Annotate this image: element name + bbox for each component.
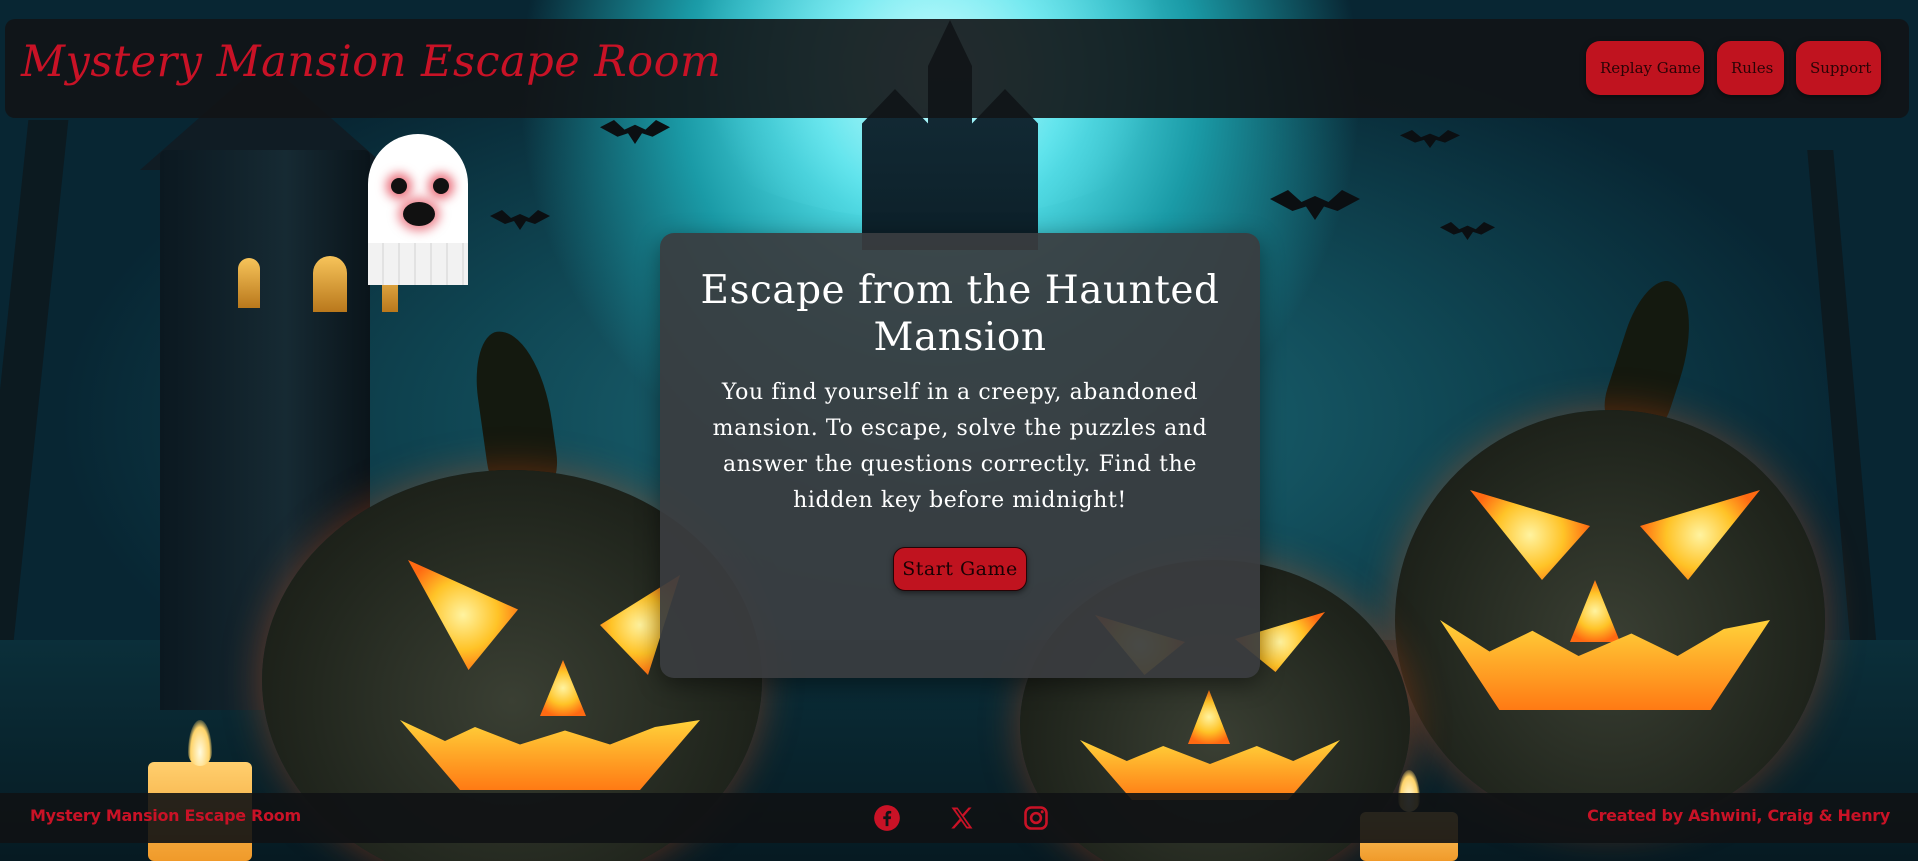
- site-title: Mystery Mansion Escape Room: [21, 37, 722, 87]
- footer-credit: Created by Ashwini, Craig & Henry: [1587, 806, 1890, 825]
- start-game-button[interactable]: Start Game: [893, 547, 1027, 591]
- instagram-icon[interactable]: [1022, 804, 1050, 832]
- bat: [600, 120, 670, 144]
- ghost-hem: [368, 243, 468, 285]
- x-icon-glyph: [951, 807, 973, 829]
- facebook-icon[interactable]: [873, 804, 901, 832]
- rules-button[interactable]: Rules: [1717, 41, 1784, 95]
- site-footer: Mystery Mansion Escape Room Created by A…: [0, 793, 1918, 843]
- intro-title: Escape from the Haunted Mansion: [700, 268, 1220, 360]
- site-header: Mystery Mansion Escape Room Replay Game …: [5, 19, 1909, 118]
- instagram-icon-glyph: [1024, 806, 1048, 830]
- facebook-icon-glyph: [874, 805, 900, 831]
- bat: [1270, 190, 1360, 220]
- ghost-eye: [433, 178, 449, 194]
- tree-left: [0, 120, 69, 660]
- footer-title: Mystery Mansion Escape Room: [30, 806, 301, 825]
- replay-game-button[interactable]: Replay Game: [1586, 41, 1704, 95]
- page-background: Mystery Mansion Escape Room Replay Game …: [0, 0, 1918, 861]
- ghost-eye: [391, 178, 407, 194]
- tower-window: [238, 258, 260, 308]
- x-icon[interactable]: [948, 804, 976, 832]
- support-button[interactable]: Support: [1796, 41, 1881, 95]
- ghost-mouth: [403, 202, 435, 226]
- intro-text: You find yourself in a creepy, abandoned…: [712, 380, 1208, 513]
- pumpkin-stem: [469, 325, 561, 495]
- bat: [1440, 222, 1495, 240]
- tower-window: [313, 256, 347, 312]
- intro-card: Escape from the Haunted Mansion You find…: [660, 233, 1260, 678]
- bat: [490, 210, 550, 230]
- ghost-icon: [368, 134, 468, 285]
- bat: [1400, 130, 1460, 148]
